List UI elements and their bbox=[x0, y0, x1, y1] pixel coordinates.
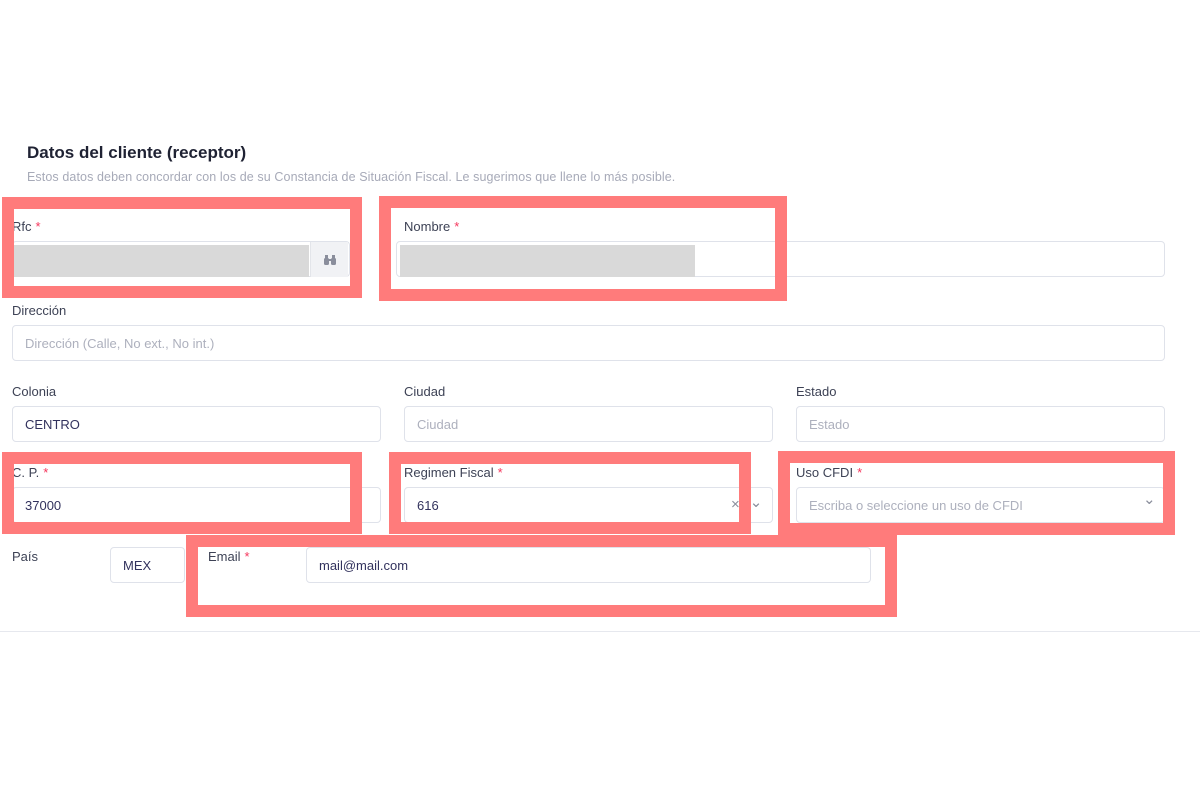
highlight-box-email bbox=[186, 535, 897, 617]
direccion-input[interactable]: Dirección (Calle, No ext., No int.) bbox=[12, 325, 1165, 361]
section-title: Datos del cliente (receptor) bbox=[27, 143, 247, 162]
highlight-box-nombre bbox=[379, 196, 787, 301]
section-subtitle: Estos datos deben concordar con los de s… bbox=[27, 170, 676, 184]
estado-label: Estado bbox=[796, 384, 837, 399]
card-bottom-border bbox=[0, 631, 1200, 632]
highlight-box-uso-cfdi bbox=[778, 451, 1175, 535]
highlight-box-regimen bbox=[389, 452, 751, 534]
chevron-down-icon[interactable]: ⌄ bbox=[750, 493, 763, 511]
colonia-label: Colonia bbox=[12, 384, 57, 399]
estado-input[interactable]: Estado bbox=[796, 406, 1165, 442]
colonia-input[interactable]: CENTRO bbox=[12, 406, 381, 442]
pais-input[interactable]: MEX bbox=[110, 547, 185, 583]
highlight-box-rfc bbox=[2, 197, 362, 298]
direccion-label: Dirección bbox=[12, 303, 67, 318]
highlight-box-cp bbox=[2, 452, 362, 534]
ciudad-input[interactable]: Ciudad bbox=[404, 406, 773, 442]
ciudad-label: Ciudad bbox=[404, 384, 446, 399]
pais-label: País bbox=[12, 549, 39, 564]
